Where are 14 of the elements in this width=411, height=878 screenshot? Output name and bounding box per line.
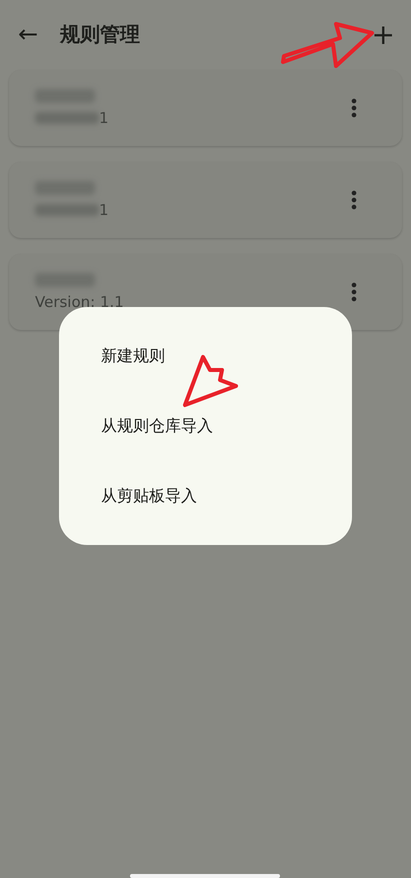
rule-version: Version: 1.1 (35, 293, 124, 311)
menu-item[interactable]: 从规则仓库导入 (59, 406, 352, 446)
rule-card[interactable]: 1 (9, 162, 402, 238)
rule-version: 1 (99, 109, 109, 127)
blurred-text (35, 204, 99, 216)
menu-item[interactable]: 从剪贴板导入 (59, 476, 352, 516)
annotation-arrow (183, 355, 238, 407)
menu-item[interactable]: 新建规则 (59, 336, 352, 376)
rule-version: 1 (99, 201, 109, 219)
back-button[interactable]: ← (18, 20, 42, 48)
rule-card[interactable]: 1 (9, 70, 402, 146)
add-button[interactable]: + (368, 18, 399, 50)
page-title: 规则管理 (60, 20, 141, 48)
blurred-text (35, 112, 99, 124)
